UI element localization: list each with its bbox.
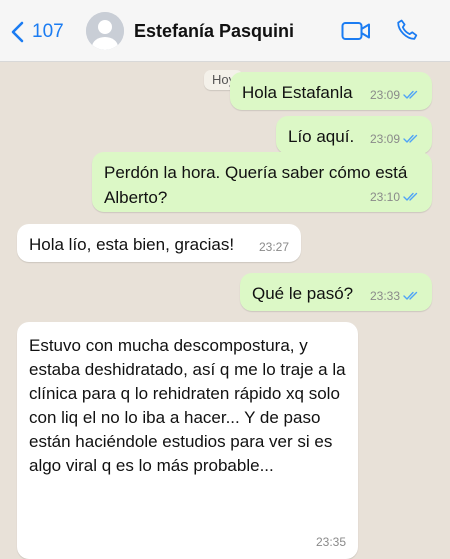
avatar[interactable]: [86, 12, 124, 50]
message-bubble[interactable]: Estuvo con mucha descompostura, y estaba…: [17, 322, 358, 559]
message-time: 23:09: [369, 132, 400, 146]
message-meta: 23:09: [370, 132, 420, 146]
message-meta: 23:33: [370, 289, 420, 303]
phone-icon: [397, 19, 418, 40]
message-time: 23:33: [369, 289, 400, 303]
chat-header: 107 Estefanía Pasquini: [0, 0, 450, 62]
message-meta: 23:09: [370, 88, 420, 102]
message-meta: 23:35: [316, 535, 346, 549]
message-time: 23:27: [258, 240, 289, 254]
message-bubble[interactable]: Qué le pasó? 23:33: [240, 273, 432, 311]
message-list[interactable]: Hoy Hola Estafanla 23:09 Lío aquí. 23:09…: [0, 62, 450, 559]
back-button[interactable]: 107: [10, 18, 64, 46]
double-check-icon: [403, 192, 418, 201]
message-bubble[interactable]: Lío aquí. 23:09: [276, 116, 432, 154]
person-icon: [86, 12, 124, 50]
double-check-icon: [403, 291, 418, 300]
message-time: 23:10: [369, 190, 400, 204]
voice-call-button[interactable]: [395, 18, 419, 42]
double-check-icon: [403, 90, 418, 99]
message-bubble[interactable]: Hola Estafanla 23:09: [230, 72, 432, 110]
video-camera-icon: [341, 22, 370, 40]
chevron-left-icon: [11, 21, 24, 43]
contact-name[interactable]: Estefanía Pasquini: [134, 21, 294, 42]
message-bubble[interactable]: Perdón la hora. Quería saber cómo está A…: [92, 152, 432, 212]
message-meta: 23:27: [259, 240, 289, 254]
unread-count: 107: [32, 21, 64, 42]
message-meta: 23:10: [370, 190, 420, 204]
video-call-button[interactable]: [341, 20, 371, 42]
message-time: 23:09: [369, 88, 400, 102]
double-check-icon: [403, 134, 418, 143]
message-time: 23:35: [315, 535, 346, 549]
message-text: Estuvo con mucha descompostura, y estaba…: [29, 336, 346, 475]
message-bubble[interactable]: Hola lío, esta bien, gracias! 23:27: [17, 224, 301, 262]
